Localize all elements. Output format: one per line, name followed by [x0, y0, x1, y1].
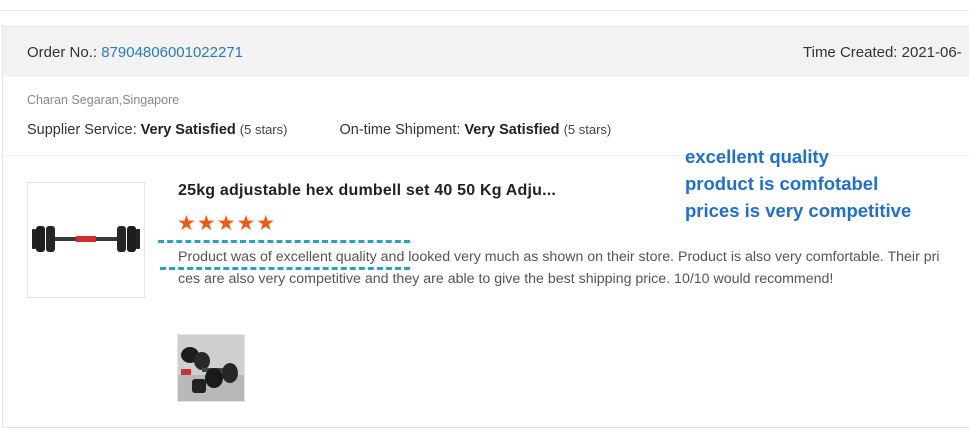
highlight-dash-top — [158, 240, 410, 243]
annotation-line-2: product is comfotabel — [685, 173, 879, 194]
annotation-line-1: excellent quality — [685, 146, 829, 167]
dumbbell-photo — [178, 335, 244, 401]
product-thumbnail[interactable] — [27, 182, 145, 298]
supplier-service-value: Very Satisfied — [140, 122, 236, 138]
order-number: Order No.: 87904806001022271 — [27, 44, 243, 61]
review-card: Order No.: 87904806001022271 Time Create… — [2, 26, 969, 428]
review-photo[interactable] — [177, 334, 245, 402]
order-number-link[interactable]: 87904806001022271 — [101, 44, 243, 61]
customer-name-location: Charan Segaran,Singapore — [27, 93, 180, 107]
shipment-value: Very Satisfied — [464, 122, 560, 138]
shipment-label: On-time Shipment: — [339, 122, 461, 138]
shipment-stars: (5 stars) — [563, 122, 612, 137]
dumbbell-image — [32, 226, 140, 252]
product-star-rating: ★★★★★ — [177, 212, 277, 235]
highlight-dash-bottom — [160, 267, 410, 270]
order-header: Order No.: 87904806001022271 Time Create… — [3, 27, 969, 77]
supplier-service-label: Supplier Service: — [27, 122, 137, 138]
service-ratings: Supplier Service: Very Satisfied (5 star… — [27, 122, 611, 138]
top-divider — [0, 10, 969, 11]
order-number-label: Order No.: — [27, 44, 98, 61]
time-created: Time Created: 2021-06- — [803, 44, 962, 61]
supplier-service-stars: (5 stars) — [239, 122, 288, 137]
product-title[interactable]: 25kg adjustable hex dumbell set 40 50 Kg… — [178, 182, 556, 200]
annotation-note: excellent quality product is comfotabel … — [685, 143, 911, 224]
annotation-line-3: prices is very competitive — [685, 200, 912, 221]
